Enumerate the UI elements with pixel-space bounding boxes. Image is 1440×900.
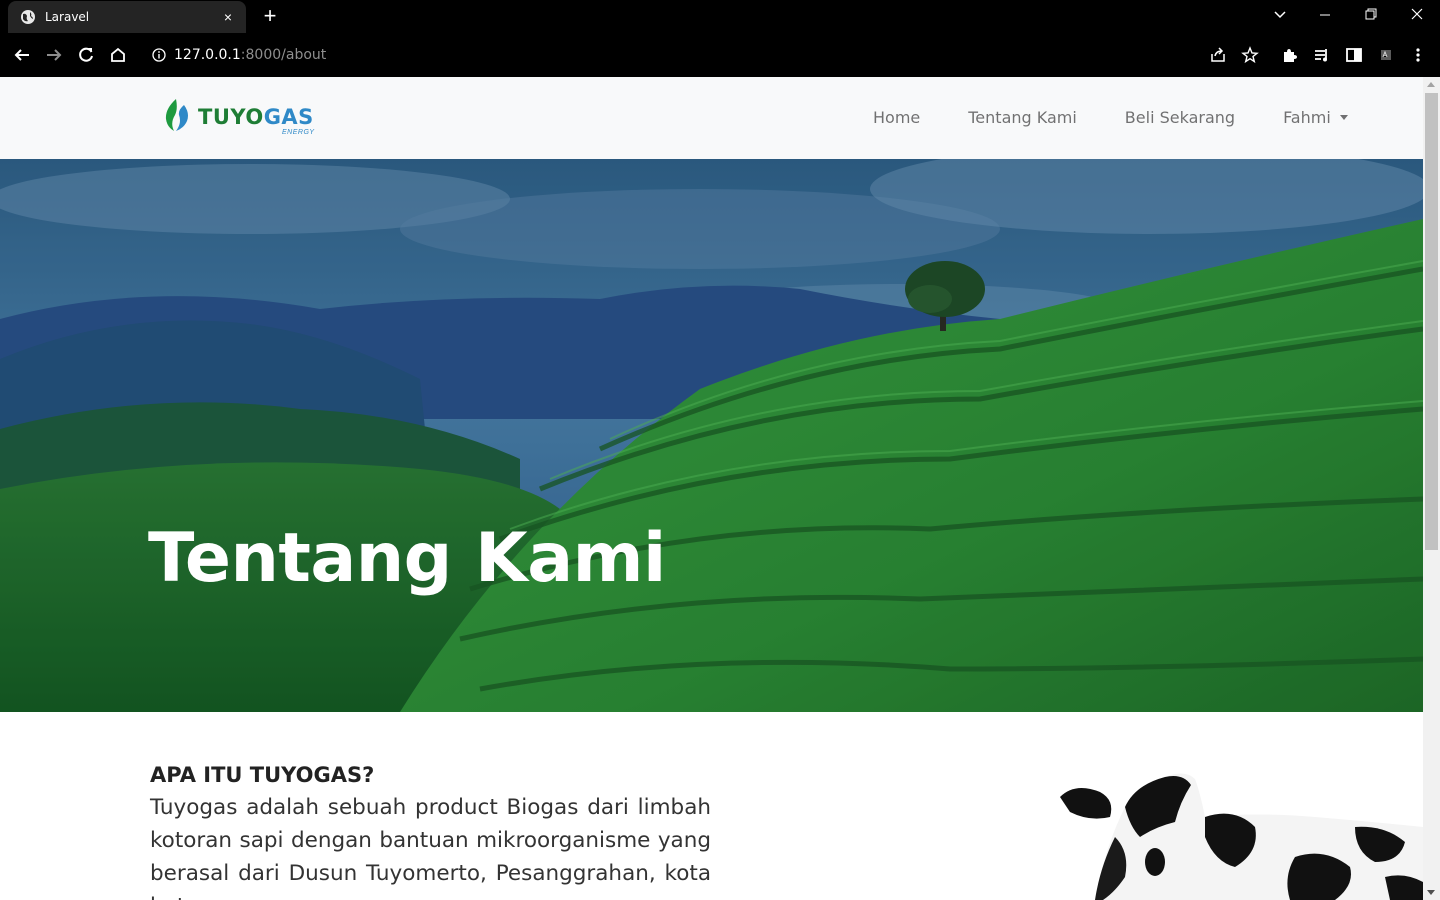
- browser-tab[interactable]: Laravel ×: [8, 1, 246, 33]
- bookmark-star-icon[interactable]: [1238, 43, 1262, 67]
- side-panel-icon[interactable]: [1342, 43, 1366, 67]
- cow-image: [1060, 773, 1423, 900]
- media-queue-icon[interactable]: [1310, 43, 1334, 67]
- scroll-thumb[interactable]: [1425, 93, 1438, 550]
- site-navbar: TUYOGAS ENERGY Home Tentang Kami Beli Se…: [0, 77, 1423, 159]
- scroll-down-arrow-icon[interactable]: [1427, 890, 1435, 895]
- page-scrollbar[interactable]: [1423, 77, 1440, 900]
- about-section: APA ITU TUYOGAS? Tuyogas adalah sebuah p…: [150, 763, 711, 900]
- site-info-icon[interactable]: [152, 48, 166, 62]
- tab-close-icon[interactable]: ×: [220, 9, 236, 25]
- extensions-icon[interactable]: [1278, 43, 1302, 67]
- rice-terrace-landscape-image: [0, 159, 1423, 712]
- close-window-icon[interactable]: [1403, 4, 1431, 26]
- brand-tuyo: TUYO: [198, 105, 264, 129]
- hero-title: Tentang Kami: [148, 519, 666, 598]
- globe-icon: [21, 10, 35, 24]
- url-text: 127.0.0.1:8000/about: [174, 47, 326, 63]
- page-viewport: TUYOGAS ENERGY Home Tentang Kami Beli Se…: [0, 77, 1423, 900]
- nav-tentang-kami[interactable]: Tentang Kami: [968, 108, 1077, 127]
- about-body: Tuyogas adalah sebuah product Biogas dar…: [150, 795, 711, 900]
- tab-title: Laravel: [45, 10, 90, 24]
- flame-leaf-icon: [165, 99, 188, 131]
- scroll-up-arrow-icon[interactable]: [1427, 82, 1435, 87]
- back-icon[interactable]: [10, 43, 34, 67]
- brand-tagline: ENERGY: [282, 129, 315, 136]
- tab-search-icon[interactable]: [1266, 4, 1294, 26]
- brand-gas: GAS: [263, 105, 314, 129]
- chevron-down-icon: [1339, 115, 1348, 120]
- restore-icon[interactable]: [1357, 4, 1385, 26]
- minimize-icon[interactable]: [1311, 4, 1339, 26]
- nav-home[interactable]: Home: [873, 108, 920, 127]
- brand-name: TUYOGAS: [198, 106, 314, 128]
- nav-links: Home Tentang Kami Beli Sekarang Fahmi: [873, 108, 1348, 127]
- menu-kebab-icon[interactable]: [1406, 43, 1430, 67]
- share-icon[interactable]: [1206, 43, 1230, 67]
- reload-icon[interactable]: [74, 43, 98, 67]
- url-path: :8000/about: [240, 47, 327, 63]
- about-heading: APA ITU TUYOGAS?: [150, 763, 375, 787]
- hero-banner: Tentang Kami: [0, 159, 1423, 712]
- url-host: 127.0.0.1: [174, 47, 241, 63]
- address-bar[interactable]: 127.0.0.1:8000/about: [140, 39, 1240, 71]
- user-name: Fahmi: [1283, 108, 1331, 127]
- new-tab-button[interactable]: +: [259, 5, 281, 27]
- browser-toolbar: 127.0.0.1:8000/about: [0, 33, 1440, 77]
- profile-icon[interactable]: [1374, 43, 1398, 67]
- browser-tabstrip: Laravel × +: [0, 0, 1440, 33]
- nav-beli-sekarang[interactable]: Beli Sekarang: [1125, 108, 1235, 127]
- site-logo[interactable]: TUYOGAS ENERGY: [162, 97, 315, 136]
- home-icon[interactable]: [106, 43, 130, 67]
- forward-icon[interactable]: [42, 43, 66, 67]
- user-dropdown[interactable]: Fahmi: [1283, 108, 1348, 127]
